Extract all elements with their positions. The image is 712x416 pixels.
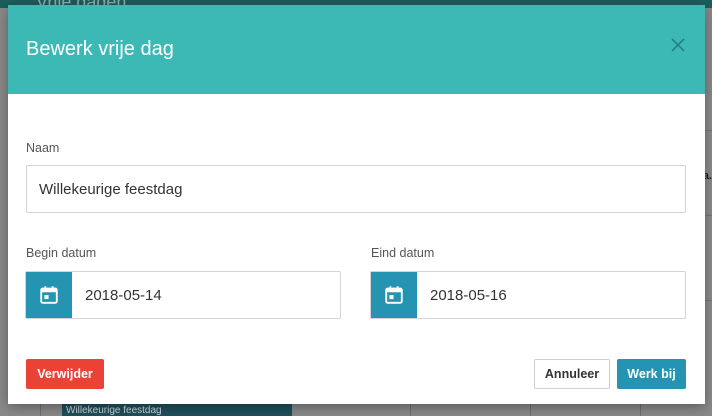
end-date-label: Eind datum bbox=[371, 246, 435, 260]
dialog-title: Bewerk vrije dag bbox=[26, 38, 174, 60]
start-date-input[interactable] bbox=[72, 272, 340, 318]
end-date-picker-button[interactable] bbox=[371, 272, 417, 318]
dialog-header: Bewerk vrije dag bbox=[8, 5, 705, 94]
start-date-field bbox=[25, 271, 341, 319]
background-column-divider bbox=[410, 404, 411, 416]
edit-holiday-dialog: Bewerk vrije dag Naam Begin datum Eind d… bbox=[8, 5, 705, 404]
close-icon bbox=[671, 38, 685, 52]
name-label: Naam bbox=[26, 141, 60, 155]
background-bottom-cell-text: Willekeurige feestdag bbox=[66, 405, 162, 416]
calendar-icon bbox=[40, 286, 58, 304]
calendar-icon bbox=[385, 286, 403, 304]
delete-button[interactable]: Verwijder bbox=[26, 359, 104, 389]
start-date-picker-button[interactable] bbox=[26, 272, 72, 318]
background-column-divider bbox=[640, 404, 641, 416]
background-column-divider bbox=[530, 404, 531, 416]
end-date-field bbox=[370, 271, 686, 319]
end-date-input[interactable] bbox=[417, 272, 685, 318]
background-column-divider bbox=[40, 404, 41, 416]
start-date-label: Begin datum bbox=[26, 246, 97, 260]
close-button[interactable] bbox=[669, 36, 687, 54]
cancel-button[interactable]: Annuleer bbox=[534, 359, 610, 389]
name-input[interactable] bbox=[26, 165, 686, 213]
update-button[interactable]: Werk bij bbox=[617, 359, 686, 389]
